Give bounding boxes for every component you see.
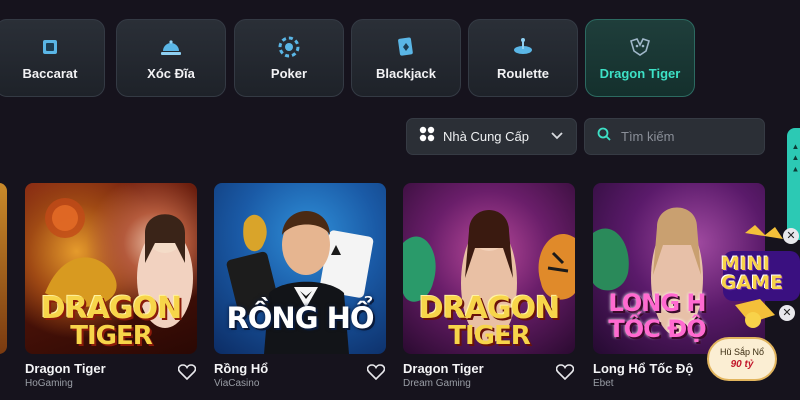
partial-game-card[interactable] xyxy=(0,183,7,354)
game-name: Dragon Tiger xyxy=(403,361,484,376)
game-card[interactable]: DRAGON TIGER xyxy=(25,183,197,354)
tab-label: Xóc Đĩa xyxy=(147,65,195,81)
poker-chip-icon xyxy=(278,36,300,58)
game-provider: Ebet xyxy=(593,378,614,389)
game-logo-text: TIGER xyxy=(70,321,153,351)
game-provider: ViaCasino xyxy=(214,378,260,389)
provider-filter-label: Nhà Cung Cấp xyxy=(443,129,529,144)
close-icon[interactable]: ✕ xyxy=(779,305,795,321)
tab-label: Roulette xyxy=(497,65,549,81)
jackpot-label: Hũ Sắp Nổ xyxy=(719,347,765,357)
game-logo-text: TIGER xyxy=(448,321,531,351)
dragon-tiger-icon xyxy=(629,36,651,58)
bell-cloche-icon xyxy=(160,36,182,58)
tab-xoc-dia[interactable]: Xóc Đĩa xyxy=(116,19,226,97)
favorite-heart-icon[interactable] xyxy=(366,364,386,381)
promo-title: MINI GAME xyxy=(721,253,784,294)
tab-blackjack[interactable]: Blackjack xyxy=(351,19,461,97)
game-thumbnail: RỒNG HỔ xyxy=(214,183,386,354)
game-thumbnail: DRAGON TIGER xyxy=(25,183,197,354)
game-card[interactable]: RỒNG HỔ xyxy=(214,183,386,354)
game-thumbnail: DRAGON TIGER xyxy=(403,183,575,354)
provider-filter-dropdown[interactable]: Nhà Cung Cấp xyxy=(406,118,577,155)
jackpot-badge[interactable]: Hũ Sắp Nổ 90 tỷ xyxy=(707,337,777,381)
search-box xyxy=(584,118,765,155)
game-name: Long Hổ Tốc Độ xyxy=(593,361,694,376)
game-provider: HoGaming xyxy=(25,378,73,389)
tab-baccarat[interactable]: Baccarat xyxy=(0,19,105,97)
partial-heart-icon[interactable] xyxy=(0,364,2,380)
blackjack-card-icon xyxy=(395,36,417,58)
game-card[interactable]: DRAGON TIGER xyxy=(403,183,575,354)
favorite-heart-icon[interactable] xyxy=(555,364,575,381)
favorite-heart-icon[interactable] xyxy=(177,364,197,381)
jackpot-amount: 90 tỷ xyxy=(730,359,754,370)
tab-label: Dragon Tiger xyxy=(599,65,681,81)
game-logo-text: RỒNG HỔ xyxy=(226,301,374,335)
roulette-icon xyxy=(512,36,534,58)
game-name: Rồng Hổ xyxy=(214,361,269,376)
grid-icon xyxy=(419,126,435,147)
search-input[interactable] xyxy=(621,129,751,144)
tab-poker[interactable]: Poker xyxy=(234,19,344,97)
tab-roulette[interactable]: Roulette xyxy=(468,19,578,97)
tab-label: Poker xyxy=(270,65,308,81)
tab-label: Blackjack xyxy=(376,65,436,81)
side-floating-tab[interactable]: ▲ ▲ ▲ xyxy=(787,128,800,240)
chevron-down-icon xyxy=(550,128,564,146)
close-icon[interactable]: ✕ xyxy=(783,228,799,244)
tab-label: Baccarat xyxy=(22,65,78,81)
game-name: Dragon Tiger xyxy=(25,361,106,376)
baccarat-cards-icon xyxy=(39,36,61,58)
tab-dragon-tiger[interactable]: Dragon Tiger xyxy=(585,19,695,97)
game-provider: Dream Gaming xyxy=(403,378,471,389)
search-icon xyxy=(597,127,611,146)
side-tab-icon: ▲ ▲ ▲ xyxy=(791,142,800,174)
